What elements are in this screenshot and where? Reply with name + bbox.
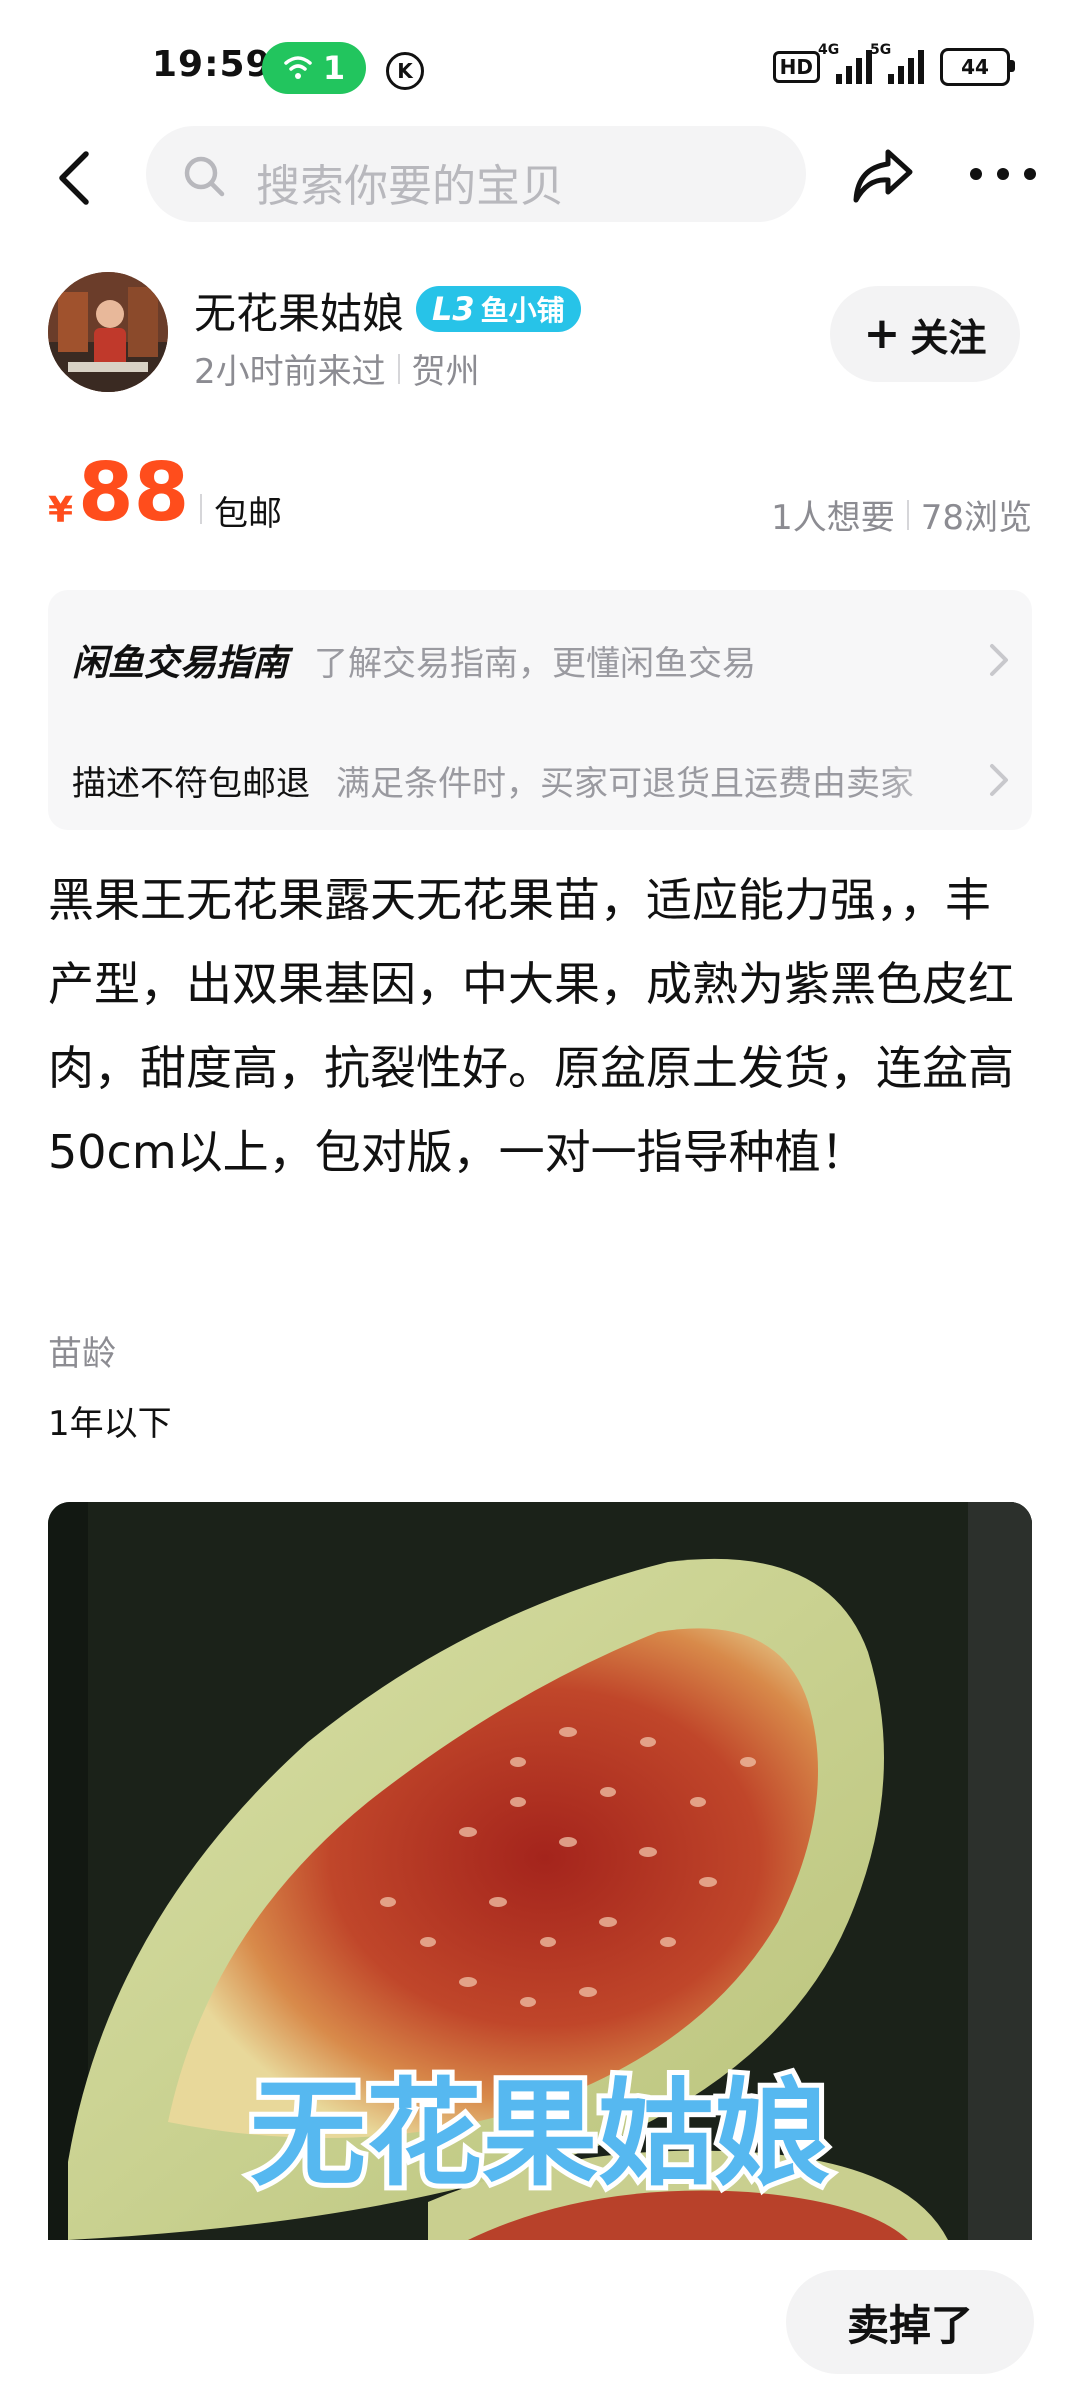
stats-divider [906, 499, 909, 530]
search-placeholder: 搜索你要的宝贝 [256, 161, 564, 212]
seller-location: 贺州 [411, 352, 480, 392]
product-image[interactable]: 无花果姑娘 [48, 1502, 1032, 2240]
sold-button[interactable]: 卖掉了 [786, 2270, 1034, 2374]
item-detail-page: 19:59 1 K HD 4G 5G 44 搜索你要的宝贝 无花果姑娘 L3 鱼… [0, 0, 1080, 2400]
status-right-group: HD 4G 5G 44 [772, 42, 1015, 86]
trade-guide-card: 闲鱼交易指南 了解交易指南，更懂闲鱼交易 描述不符包邮退 满足条件时，买家可退货… [48, 590, 1032, 830]
attribute-label: 苗龄 [48, 1334, 116, 1374]
avatar-image [48, 272, 168, 392]
meta-divider [397, 353, 400, 384]
follow-label: 关注 [910, 315, 987, 360]
network-5g-label: 5G [870, 42, 892, 58]
wants-count: 1人想要 [771, 498, 895, 538]
seller-info: 无花果姑娘 L3 鱼小铺 2小时前来过 贺州 + 关注 [48, 272, 1032, 402]
attribute-value: 1年以下 [48, 1404, 172, 1444]
signal-5g-icon: 5G [870, 42, 924, 84]
shipping-label: 包邮 [214, 494, 282, 534]
return-policy-title: 描述不符包邮退 [72, 763, 310, 804]
price-divider [200, 494, 202, 524]
wifi-icon [284, 56, 312, 79]
more-options-icon[interactable] [970, 164, 1036, 184]
wifi-count: 1 [322, 49, 346, 87]
currency-symbol: ¥ [48, 490, 74, 531]
seller-name[interactable]: 无花果姑娘 [194, 280, 404, 341]
share-icon[interactable] [850, 144, 916, 208]
seller-level-badge[interactable]: L3 鱼小铺 [416, 286, 581, 332]
wifi-hotspot-indicator: 1 [262, 42, 366, 94]
battery-icon: 44 [940, 48, 1015, 86]
hd-voice-icon: HD [772, 51, 820, 83]
chevron-right-icon [990, 644, 1008, 676]
trade-guide-row[interactable]: 闲鱼交易指南 了解交易指南，更懂闲鱼交易 [72, 620, 1012, 700]
return-policy-desc: 满足条件时，买家可退货且运费由卖家 [336, 763, 914, 804]
back-arrow-icon[interactable] [50, 148, 100, 208]
signal-4g-icon: 4G [818, 42, 872, 84]
item-description: 黑果王无花果露天无花果苗，适应能力强，，丰产型，出双果基因，中大果，成熟为紫黑色… [48, 873, 1014, 1179]
status-bar: 19:59 1 K HD 4G 5G 44 [0, 0, 1080, 110]
price-value: 88 [78, 446, 190, 539]
trade-guide-desc: 了解交易指南，更懂闲鱼交易 [314, 643, 757, 684]
seller-avatar[interactable] [48, 272, 168, 392]
network-4g-label: 4G [818, 42, 840, 58]
views-count: 78浏览 [920, 498, 1032, 538]
chevron-right-icon [990, 764, 1008, 796]
seller-meta: 2小时前来过 贺州 [194, 344, 480, 393]
plus-icon: + [863, 308, 901, 359]
image-watermark-text: 无花果姑娘 [250, 2067, 830, 2202]
return-policy-row[interactable]: 描述不符包邮退 满足条件时，买家可退货且运费由卖家 [72, 740, 1012, 820]
status-time: 19:59 [152, 44, 272, 85]
item-stats: 1人想要 78浏览 [771, 490, 1032, 539]
last-seen: 2小时前来过 [194, 352, 386, 392]
level-label: 鱼小铺 [480, 294, 565, 327]
price-row: ¥ 88 包邮 1人想要 78浏览 [48, 448, 1032, 548]
level-code: L3 [432, 290, 475, 328]
k-badge-icon: K [386, 52, 424, 90]
trade-guide-title: 闲鱼交易指南 [72, 643, 289, 684]
search-input[interactable]: 搜索你要的宝贝 [146, 126, 806, 222]
top-navigation: 搜索你要的宝贝 [0, 120, 1080, 230]
fig-photo: 无花果姑娘 [48, 1502, 1032, 2240]
search-icon [184, 156, 225, 197]
follow-button[interactable]: + 关注 [830, 286, 1020, 382]
